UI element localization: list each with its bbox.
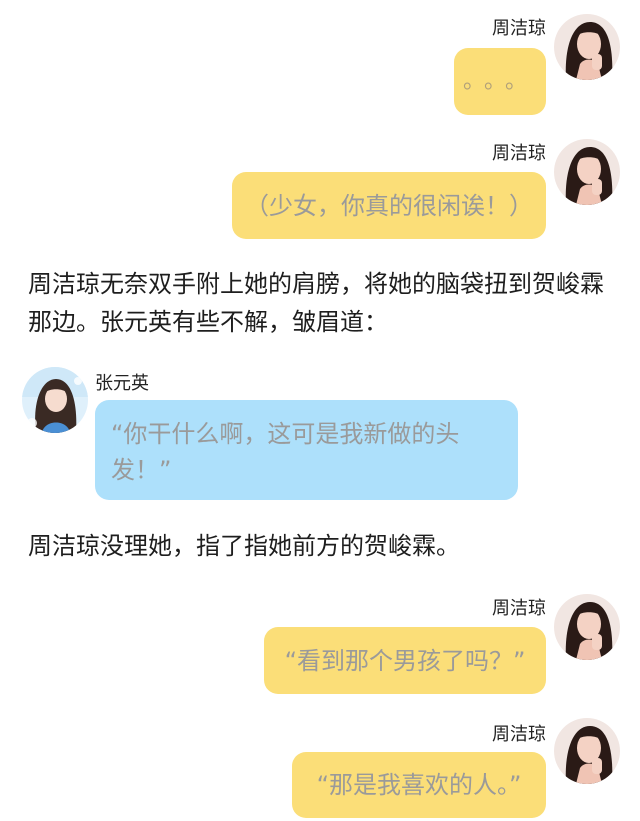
avatar-zhang-yuanying[interactable] bbox=[22, 367, 88, 433]
message-text: 。。。 bbox=[462, 68, 537, 94]
speaker-name: 张元英 bbox=[95, 373, 149, 394]
message-text: （少女，你真的很闲诶！） bbox=[245, 191, 533, 220]
avatar-zhou-jieqiong[interactable] bbox=[554, 139, 620, 205]
narration-text: 周洁琼无奈双手附上她的肩膀，将她的脑袋扭到贺峻霖那边。张元英有些不解，皱眉道： bbox=[28, 270, 604, 336]
message-bubble: （少女，你真的很闲诶！） bbox=[232, 172, 546, 239]
avatar-zhou-jieqiong[interactable] bbox=[554, 14, 620, 80]
message-bubble: “看到那个男孩了吗？” bbox=[264, 627, 546, 694]
message-text: “你干什么啊，这可是我新做的头发！” bbox=[111, 420, 460, 484]
speaker-name: 周洁琼 bbox=[492, 598, 546, 619]
avatar-zhou-jieqiong[interactable] bbox=[554, 594, 620, 660]
speaker-name: 周洁琼 bbox=[492, 724, 546, 745]
message-text: “看到那个男孩了吗？” bbox=[284, 646, 526, 675]
avatar-zhou-jieqiong[interactable] bbox=[554, 718, 620, 784]
message-bubble: “那是我喜欢的人。” bbox=[292, 752, 546, 818]
speaker-name: 周洁琼 bbox=[492, 18, 546, 39]
message-bubble: 。。。 bbox=[454, 48, 546, 115]
message-text: “那是我喜欢的人。” bbox=[316, 771, 522, 799]
speaker-name: 周洁琼 bbox=[492, 143, 546, 164]
narration-text: 周洁琼没理她，指了指她前方的贺峻霖。 bbox=[28, 532, 460, 560]
message-bubble: “你干什么啊，这可是我新做的头发！” bbox=[95, 400, 518, 500]
